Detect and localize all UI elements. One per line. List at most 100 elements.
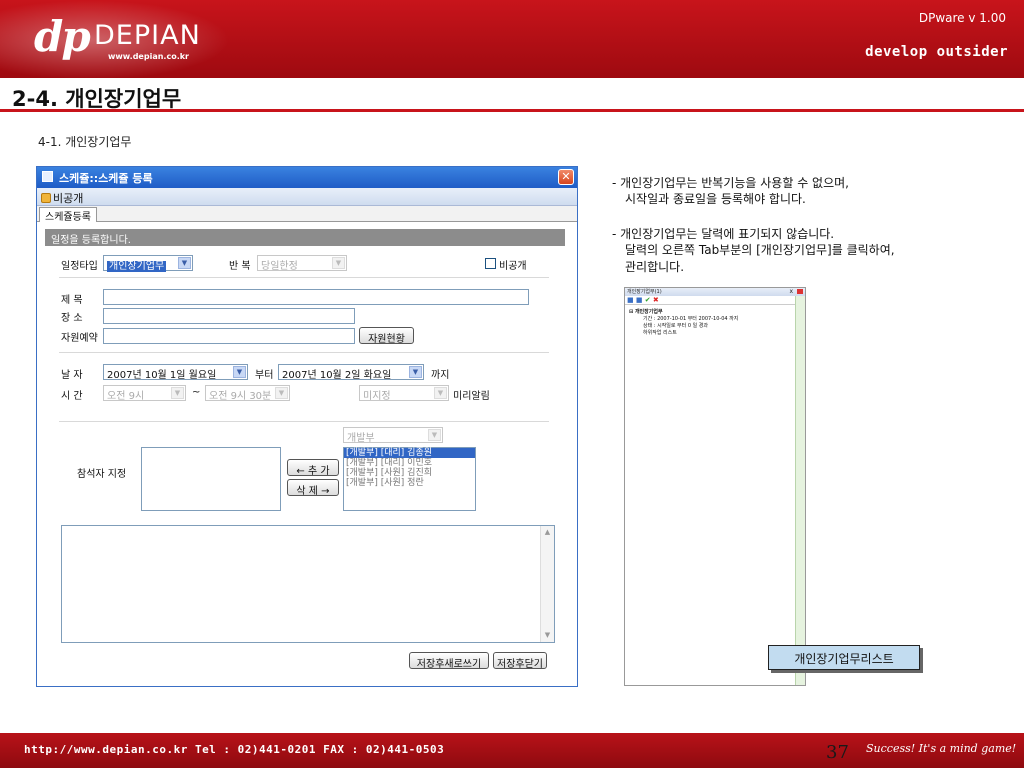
tree-root[interactable]: ⊟ 개인장기업무 [629, 308, 663, 315]
panel-side-tab[interactable] [795, 296, 805, 685]
description-line: - 개인장기업무는 반복기능을 사용할 수 없으며, [612, 176, 849, 190]
chevron-down-icon: ▼ [233, 366, 246, 378]
scroll-up-icon[interactable]: ▲ [541, 526, 554, 539]
schedule-type-select[interactable]: 개인장기업무 ▼ [103, 255, 193, 272]
time-end-value: 오전 9시 30분 [209, 391, 272, 402]
add-attendee-button[interactable]: ← 추 가 [287, 459, 339, 477]
window-title: 스케쥴::스케쥴 등록 [59, 172, 153, 185]
tree-item-period[interactable]: 기간 : 2007-10-01 부터 2007-10-04 까지 [643, 315, 738, 322]
time-start-value: 오전 9시 [107, 391, 145, 402]
description-line: - 개인장기업무는 달력에 표기되지 않습니다. [612, 227, 835, 241]
divider [59, 352, 549, 353]
section-header: 일정을 등록합니다. [45, 229, 565, 246]
slide: dp DEPIAN www.depian.co.kr DPware v 1.00… [0, 0, 1024, 768]
alarm-value: 미지정 [363, 391, 391, 402]
resource-input[interactable] [103, 328, 355, 344]
window-titlebar: 스케쥴::스케쥴 등록 ✕ [37, 167, 577, 188]
page-title: 2-4. 개인장기업무 [12, 87, 182, 111]
list-item[interactable]: [개발부] [사원] 김진희 [344, 468, 475, 478]
private-checkbox[interactable] [485, 258, 496, 269]
private-toolbar-button[interactable]: 비공개 [41, 192, 83, 205]
list-item[interactable]: [개발부] [대리] 김종원 [344, 448, 475, 458]
private-toolbar-label: 비공개 [53, 192, 84, 205]
chevron-down-icon: ▼ [171, 387, 184, 399]
chevron-down-icon: ▼ [178, 257, 191, 269]
list-item[interactable]: [개발부] [사원] 정란 [344, 478, 475, 488]
description-line: 달력의 오른쪽 Tab부분의 [개인장기업무]를 클릭하여, [625, 243, 895, 257]
save-new-button[interactable]: 저장후새로쓰기 [409, 652, 489, 670]
repeat-value: 당일한정 [261, 261, 298, 272]
tree-item-status[interactable]: 상태 : 시작일로 부터 0 일 경과 [643, 322, 708, 329]
time-end-select[interactable]: 오전 9시 30분 ▼ [205, 385, 290, 402]
tilde-label: ~ [192, 387, 201, 398]
member-list[interactable]: [개발부] [대리] 김종원 [개발부] [대리] 이민호 [개발부] [사원]… [343, 447, 476, 511]
place-label: 장 소 [61, 313, 83, 324]
memo-scrollbar[interactable]: ▲ ▼ [540, 526, 554, 642]
date-start-select[interactable]: 2007년 10월 1일 월요일 ▼ [103, 364, 248, 381]
long-term-list-callout: 개인장기업무리스트 [768, 645, 920, 670]
chevron-down-icon: ▼ [275, 387, 288, 399]
attendee-label: 참석자 지정 [77, 469, 127, 480]
tab-strip: 스케쥴등록 [37, 206, 577, 223]
lock-icon [41, 193, 51, 203]
resource-label: 자원예약 [61, 333, 98, 344]
selected-attendees-list[interactable] [141, 447, 281, 511]
divider [59, 421, 549, 422]
alarm-select[interactable]: 미지정 ▼ [359, 385, 449, 402]
chevron-down-icon: ▼ [409, 366, 422, 378]
version-label: DPware v 1.00 [918, 11, 1006, 25]
repeat-select[interactable]: 당일한정 ▼ [257, 255, 347, 272]
list-item[interactable]: [개발부] [대리] 이민호 [344, 458, 475, 468]
logo-mark: dp [34, 12, 91, 61]
time-start-select[interactable]: 오전 9시 ▼ [103, 385, 186, 402]
description-line: 시작일과 종료일을 등록해야 합니다. [625, 192, 806, 206]
chevron-down-icon: ▼ [428, 429, 441, 441]
schedule-type-label: 일정타입 [61, 261, 98, 272]
save-close-button[interactable]: 저장후닫기 [493, 652, 547, 670]
footer-banner: http://www.depian.co.kr Tel : 02)441-020… [0, 733, 1024, 768]
time-label: 시 간 [61, 391, 83, 402]
panel-title: 개인장기업무(1) [627, 289, 662, 295]
tab-schedule-register[interactable]: 스케쥴등록 [39, 207, 97, 223]
description-line: 관리합니다. [625, 260, 685, 274]
logo-url: www.depian.co.kr [108, 52, 189, 61]
new-icon[interactable]: ■ [627, 296, 634, 304]
subject-input[interactable] [103, 289, 529, 305]
subject-label: 제 목 [61, 295, 83, 306]
footer-contact: http://www.depian.co.kr Tel : 02)441-020… [24, 743, 445, 756]
date-end-select[interactable]: 2007년 10월 2일 화요일 ▼ [278, 364, 424, 381]
repeat-label: 반 복 [229, 261, 251, 272]
panel-close-icon[interactable]: x [789, 288, 793, 295]
header-banner: dp DEPIAN www.depian.co.kr DPware v 1.00… [0, 0, 1024, 78]
divider [59, 277, 549, 278]
check-icon[interactable]: ✔ [645, 296, 651, 304]
scroll-down-icon[interactable]: ▼ [541, 629, 554, 642]
date-end-value: 2007년 10월 2일 화요일 [282, 370, 392, 381]
page-number: 37 [826, 742, 849, 763]
department-value: 개발부 [347, 433, 375, 444]
save-icon[interactable]: ■ [636, 296, 643, 304]
tagline: develop outsider [865, 44, 1008, 60]
memo-textarea[interactable]: ▲ ▼ [61, 525, 555, 643]
until-label: 까지 [431, 370, 450, 381]
private-checkbox-label: 비공개 [499, 261, 527, 272]
panel-titlebar: 개인장기업무(1) x [625, 288, 805, 296]
chevron-down-icon: ▼ [332, 257, 345, 269]
from-label: 부터 [255, 370, 274, 381]
window-icon [42, 171, 53, 182]
subsection-title: 4-1. 개인장기업무 [38, 135, 132, 149]
footer-slogan: Success! It's a mind game! [866, 742, 1017, 755]
resource-status-button[interactable]: 자원현황 [359, 327, 414, 345]
title-bar: 2-4. 개인장기업무 [0, 78, 1024, 112]
schedule-type-value: 개인장기업무 [107, 261, 167, 272]
date-label: 날 자 [61, 370, 83, 381]
toolbar: 비공개 [37, 188, 577, 206]
form-area: 일정을 등록합니다. 일정타입 개인장기업무 ▼ 반 복 당일한정 ▼ 비공개 제 … [41, 225, 573, 682]
place-input[interactable] [103, 308, 355, 324]
panel-toolbar: ■ ■ ✔ ✖ [625, 296, 805, 305]
tree-item-sublist[interactable]: 하위작업 리스트 [643, 329, 677, 336]
delete-icon[interactable]: ✖ [653, 296, 659, 304]
remove-attendee-button[interactable]: 삭 제 → [287, 479, 339, 497]
close-button[interactable]: ✕ [558, 169, 574, 185]
department-select[interactable]: 개발부 ▼ [343, 427, 443, 444]
